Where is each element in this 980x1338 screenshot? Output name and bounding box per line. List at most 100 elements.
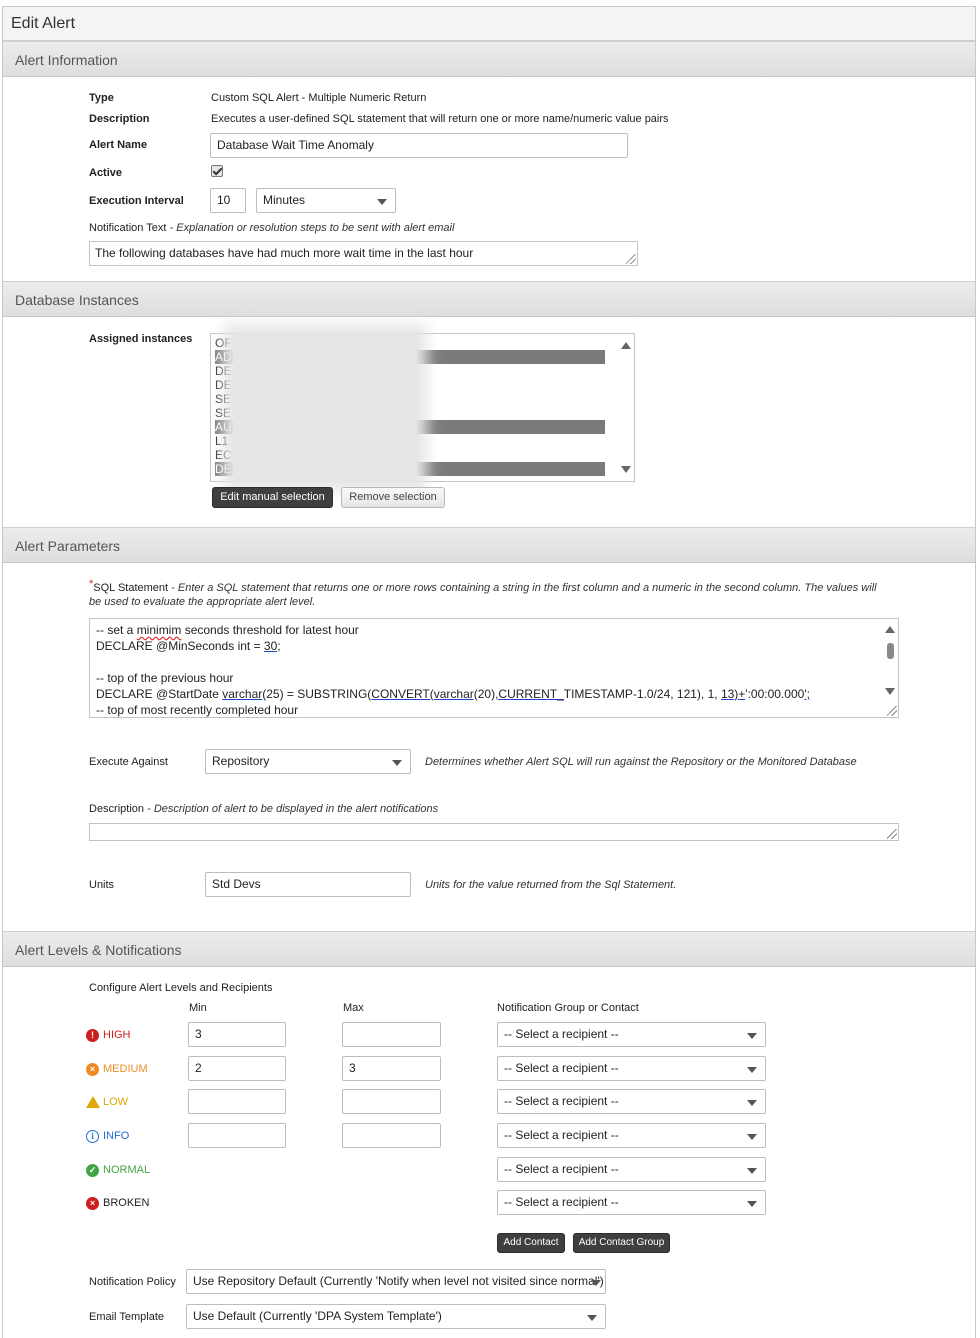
chevron-down-icon: [392, 760, 402, 766]
section-title: Alert Parameters: [15, 538, 121, 554]
add-contact-group-button[interactable]: Add Contact Group: [573, 1233, 670, 1253]
param-description-label: Description - Description of alert to be…: [89, 803, 438, 815]
level-label-normal: NORMAL: [103, 1164, 151, 1176]
level-label-medium: MEDIUM: [103, 1063, 148, 1075]
recipient-select-info[interactable]: -- Select a recipient --: [497, 1123, 766, 1148]
scroll-up-icon[interactable]: [621, 342, 631, 349]
notification-policy-label: Notification Policy: [89, 1276, 176, 1288]
min-input-low[interactable]: [188, 1089, 286, 1114]
chevron-down-icon: [747, 1033, 757, 1039]
sql-line-6: -- top of most recently completed hour: [96, 703, 299, 717]
type-label: Type: [89, 92, 114, 104]
notification-label-text: Notification Text: [89, 222, 167, 234]
recipient-select-high[interactable]: -- Select a recipient --: [497, 1022, 766, 1047]
interval-unit-select[interactable]: Minutes: [256, 188, 396, 213]
max-input-medium[interactable]: 3: [342, 1056, 441, 1081]
execution-interval-input[interactable]: 10: [210, 188, 246, 213]
active-label: Active: [89, 167, 123, 179]
sql-statement-editor[interactable]: -- set a minimim seconds threshold for l…: [89, 618, 899, 718]
section-database-instances: Database Instances: [3, 281, 975, 317]
recipient-select-normal[interactable]: -- Select a recipient --: [497, 1157, 766, 1182]
page-header: Edit Alert: [3, 7, 975, 41]
max-input-low[interactable]: [342, 1089, 441, 1114]
level-label-high: HIGH: [103, 1029, 131, 1041]
notification-policy-value: Use Repository Default (Currently 'Notif…: [193, 1274, 604, 1288]
min-input-medium[interactable]: 2: [188, 1056, 286, 1081]
notification-text-label: Notification Text - Explanation or resol…: [89, 222, 454, 234]
max-input-info[interactable]: [342, 1123, 441, 1148]
section-title: Database Instances: [15, 292, 139, 308]
scroll-down-icon[interactable]: [885, 688, 895, 695]
recipient-select-medium[interactable]: -- Select a recipient --: [497, 1056, 766, 1081]
recipient-select-value: -- Select a recipient --: [504, 1128, 619, 1142]
assigned-instances-label: Assigned instances: [89, 333, 193, 345]
sql-statement-label: *SQL Statement - Enter a SQL statement t…: [89, 578, 889, 609]
edit-manual-selection-button[interactable]: Edit manual selection: [212, 487, 333, 508]
sql-line-1: -- set a minimim seconds threshold for l…: [96, 623, 359, 637]
type-value: Custom SQL Alert - Multiple Numeric Retu…: [211, 92, 427, 104]
info-icon: i: [86, 1130, 99, 1143]
notification-text-value: The following databases have had much mo…: [95, 246, 474, 260]
recipient-select-value: -- Select a recipient --: [504, 1195, 619, 1209]
resize-handle-icon[interactable]: [626, 254, 636, 264]
error-icon: !: [86, 1029, 99, 1042]
param-description-area[interactable]: [89, 823, 899, 841]
chevron-down-icon: [747, 1201, 757, 1207]
description-value: Executes a user-defined SQL statement th…: [211, 113, 669, 125]
param-description-hint: - Description of alert to be displayed i…: [147, 803, 439, 815]
recipient-select-low[interactable]: -- Select a recipient --: [497, 1089, 766, 1114]
email-template-label: Email Template: [89, 1311, 164, 1323]
recipient-select-value: -- Select a recipient --: [504, 1027, 619, 1041]
alert-name-label: Alert Name: [89, 139, 148, 151]
notification-hint: - Explanation or resolution steps to be …: [169, 222, 455, 234]
sql-label-text: SQL Statement: [93, 582, 169, 594]
resize-handle-icon[interactable]: [887, 706, 897, 716]
level-label-info: INFO: [103, 1130, 130, 1142]
email-template-value: Use Default (Currently 'DPA System Templ…: [193, 1309, 442, 1323]
execute-against-value: Repository: [212, 754, 270, 768]
remove-selection-button[interactable]: Remove selection: [341, 487, 445, 508]
recipient-select-value: -- Select a recipient --: [504, 1061, 619, 1075]
min-header: Min: [189, 1002, 207, 1014]
resize-handle-icon[interactable]: [887, 829, 897, 839]
min-input-high[interactable]: 3: [188, 1022, 286, 1047]
chevron-down-icon: [587, 1315, 597, 1321]
alert-name-input[interactable]: Database Wait Time Anomaly: [210, 133, 628, 158]
execute-against-label: Execute Against: [89, 756, 168, 768]
chevron-down-icon: [747, 1067, 757, 1073]
chevron-down-icon: [747, 1134, 757, 1140]
sql-line-4: -- top of the previous hour: [96, 671, 234, 685]
interval-unit-value: Minutes: [263, 193, 306, 207]
edit-alert-panel: Edit Alert Alert Information Type Custom…: [2, 6, 976, 1338]
active-checkbox[interactable]: [211, 165, 223, 177]
section-title: Alert Information: [15, 52, 118, 68]
recipient-select-value: -- Select a recipient --: [504, 1162, 619, 1176]
check-circle-icon: ✓: [86, 1164, 99, 1177]
units-input[interactable]: Std Devs: [205, 872, 411, 897]
units-label: Units: [89, 879, 115, 891]
execute-against-select[interactable]: Repository: [205, 749, 411, 774]
scrollbar-thumb[interactable]: [887, 643, 894, 659]
recipient-select-broken[interactable]: -- Select a recipient --: [497, 1190, 766, 1215]
add-contact-button[interactable]: Add Contact: [497, 1233, 565, 1253]
scroll-down-icon[interactable]: [621, 466, 631, 473]
redacted-overlay: [233, 334, 417, 482]
section-alert-parameters: Alert Parameters: [3, 527, 975, 563]
section-alert-information: Alert Information: [3, 41, 975, 77]
assigned-instances-list[interactable]: OF AD DE DE SE SE AU L1 EC DE: [210, 333, 635, 482]
chevron-down-icon: [377, 199, 387, 205]
scroll-up-icon[interactable]: [885, 626, 895, 633]
chevron-down-icon: [747, 1100, 757, 1106]
notification-text-area[interactable]: The following databases have had much mo…: [89, 241, 638, 266]
sql-hint: - Enter a SQL statement that returns one…: [89, 582, 877, 608]
level-label-broken: BROKEN: [103, 1197, 150, 1209]
min-input-info[interactable]: [188, 1123, 286, 1148]
page-title: Edit Alert: [11, 15, 76, 32]
notification-policy-select[interactable]: Use Repository Default (Currently 'Notif…: [186, 1269, 606, 1294]
units-hint: Units for the value returned from the Sq…: [425, 879, 677, 891]
max-input-high[interactable]: [342, 1022, 441, 1047]
max-header: Max: [343, 1002, 364, 1014]
section-alert-levels: Alert Levels & Notifications: [3, 931, 975, 967]
email-template-select[interactable]: Use Default (Currently 'DPA System Templ…: [186, 1304, 606, 1329]
chevron-down-icon: [747, 1168, 757, 1174]
